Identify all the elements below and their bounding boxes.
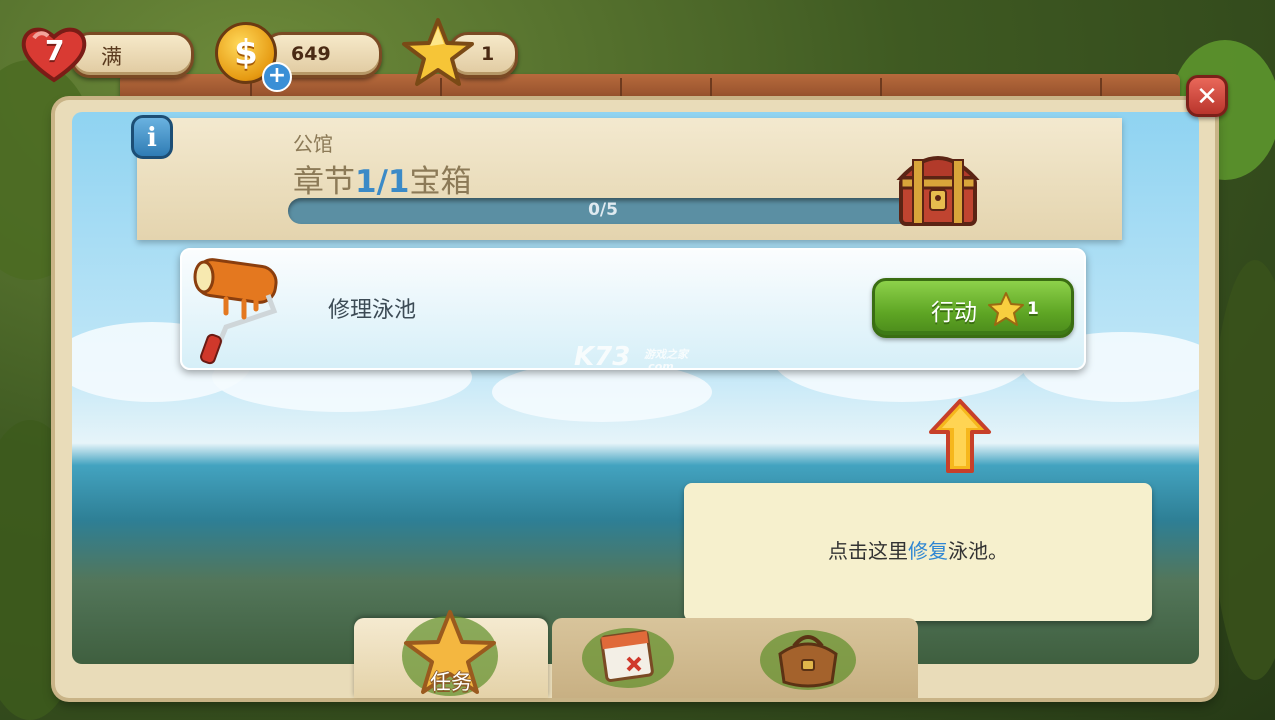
tab-calendar[interactable] xyxy=(552,618,746,698)
tooltip-highlight: 修复 xyxy=(908,539,948,563)
chapter-total: 1 xyxy=(387,164,410,200)
action-button[interactable]: 行动 1 xyxy=(872,278,1074,338)
tab-tasks[interactable]: 任务 xyxy=(354,610,548,698)
tooltip-text: 点击这里修复泳池。 xyxy=(684,535,1152,564)
tooltip-text-before: 点击这里 xyxy=(828,539,908,563)
paint-roller-icon xyxy=(193,258,278,365)
treasure-chest-icon[interactable] xyxy=(893,138,983,230)
lives-value: 7 xyxy=(45,34,65,67)
action-cost: 1 xyxy=(1027,299,1039,319)
task-label: 修理泳池 xyxy=(328,298,417,323)
info-button[interactable]: i xyxy=(131,115,173,159)
hint-tooltip: 点击这里修复泳池。 xyxy=(684,483,1152,621)
star-icon xyxy=(402,18,474,86)
star-cost-icon xyxy=(988,292,1024,326)
bag-icon xyxy=(760,630,856,690)
chapter-separator: / xyxy=(376,164,388,200)
tab-tasks-label: 任务 xyxy=(430,670,472,694)
chapter-subtitle: 公馆 xyxy=(293,132,333,156)
chapter-current: 1 xyxy=(355,164,377,200)
close-button[interactable]: ✕ xyxy=(1186,75,1228,117)
watermark-domain: .com xyxy=(644,360,674,373)
up-arrow-icon xyxy=(929,399,991,473)
calendar-icon xyxy=(582,628,674,688)
add-coins-button[interactable]: + xyxy=(262,62,292,92)
chapter-title: 章节1/1宝箱 xyxy=(293,156,471,201)
chapter-title-prefix: 章节 xyxy=(293,164,355,200)
tooltip-text-after: 泳池。 xyxy=(948,539,1008,563)
chapter-title-suffix: 宝箱 xyxy=(409,164,472,200)
lives-status: 满 xyxy=(101,45,122,69)
stars-value: 1 xyxy=(481,43,495,65)
coins-value: 649 xyxy=(291,43,331,65)
watermark-logo-text: K73 xyxy=(574,342,631,372)
action-button-label: 行动 xyxy=(931,300,977,326)
watermark-logo: K73 游戏之家 .com xyxy=(574,342,688,373)
tab-bag[interactable] xyxy=(724,618,918,698)
progress-text: 0/5 xyxy=(588,200,618,220)
lives-counter[interactable]: 满 xyxy=(70,32,194,78)
chapter-progress-bar: 0/5 xyxy=(288,198,918,224)
